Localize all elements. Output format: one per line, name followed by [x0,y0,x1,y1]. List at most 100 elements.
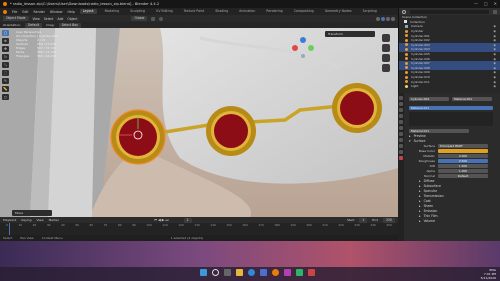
tab-modeling[interactable]: Modeling [102,9,123,14]
orientation-default-dropdown[interactable]: Default [24,22,43,28]
orientation-dropdown[interactable]: Global [131,16,148,21]
last-operator-panel[interactable]: Move [12,210,52,216]
visibility-eye-icon[interactable]: ◉ [493,38,496,42]
outliner-search-icon[interactable] [402,9,406,14]
visibility-eye-icon[interactable]: ◉ [493,29,496,33]
start-frame-field[interactable]: 1 [359,217,368,223]
visibility-eye-icon[interactable]: ◉ [493,70,496,74]
transform-tool-icon[interactable]: ⬚ [2,70,9,76]
visibility-eye-icon[interactable]: ◉ [493,61,496,65]
shader-field-value[interactable]: 0.500 [438,158,488,163]
move-tool-icon[interactable]: ✥ [2,46,9,52]
menu-file[interactable]: File [12,10,17,14]
outliner-search-input[interactable] [410,9,489,14]
shader-field-value[interactable]: 1.000 [438,168,488,173]
menu-edit[interactable]: Edit [22,10,28,14]
visibility-eye-icon[interactable]: ◉ [493,66,496,70]
output-tab-icon[interactable] [399,108,403,112]
timeline-keying-menu[interactable]: Keying [21,218,31,222]
minimize-button[interactable]: — [474,1,478,6]
scene-tab-icon[interactable] [399,114,403,118]
shader-field-value[interactable]: 1.500 [438,163,488,168]
menu-help[interactable]: Help [67,10,74,14]
visibility-eye-icon[interactable]: ◉ [493,43,496,47]
menu-window[interactable]: Window [50,10,63,14]
visibility-eye-icon[interactable]: ◉ [493,80,496,84]
modifier-tab-icon[interactable] [399,132,403,136]
material-slot[interactable]: Material.011 [409,105,493,110]
data-tab-icon[interactable] [399,150,403,154]
object-menu[interactable]: Object [67,17,77,21]
visibility-eye-icon[interactable]: ◉ [493,57,496,61]
visibility-eye-icon[interactable]: ◉ [493,84,496,88]
render-tab-icon[interactable] [399,102,403,106]
shader-section[interactable]: ▸ Volume [409,218,500,223]
visibility-eye-icon[interactable]: ◉ [493,24,496,28]
timeline-playback-menu[interactable]: Playback [3,218,16,222]
file-explorer-icon[interactable] [236,269,243,276]
app-icon[interactable] [296,269,303,276]
task-view-icon[interactable] [224,269,231,276]
tab-compositing[interactable]: Compositing [291,9,317,14]
search-icon[interactable] [212,269,219,276]
blender-menu-icon[interactable] [3,9,7,14]
mode-dropdown[interactable]: Object Mode [3,16,29,21]
select-tool-icon[interactable]: ▢ [2,30,9,36]
material-datablock-field[interactable]: Material.011 [409,128,469,133]
maximize-button[interactable]: □ [484,1,488,6]
app-icon[interactable] [308,269,315,276]
current-frame-field[interactable]: 1 [183,217,192,223]
world-tab-icon[interactable] [399,120,403,124]
visibility-eye-icon[interactable]: ◉ [493,75,496,79]
base-color-swatch[interactable] [438,148,488,153]
3d-viewport[interactable] [0,28,398,217]
scale-tool-icon[interactable]: ⤡ [2,62,9,68]
shader-field-value[interactable]: 0.000 [438,153,488,158]
view-menu[interactable]: View [33,17,40,21]
playhead[interactable] [9,223,10,235]
tab-geometry-nodes[interactable]: Geometry Nodes [322,9,355,14]
end-frame-field[interactable]: 250 [383,217,395,223]
select-box-dropdown[interactable]: Select Box [58,22,81,28]
physics-tab-icon[interactable] [399,138,403,142]
add-cube-tool-icon[interactable]: ◻ [2,94,9,100]
start-menu-icon[interactable] [200,269,207,276]
tab-rendering[interactable]: Rendering [263,9,285,14]
constraint-tab-icon[interactable] [399,144,403,148]
material-tab-icon[interactable] [399,156,403,160]
playback-controls[interactable]: ⏮ ◀ ▶ ⏭ [154,218,169,222]
system-tray[interactable]: ENG 7:01 PM 5/11/2026 [481,268,496,280]
measure-tool-icon[interactable]: 📏 [2,86,9,92]
shader-field-value[interactable]: Default [438,173,488,178]
rotate-tool-icon[interactable]: ↻ [2,54,9,60]
visibility-eye-icon[interactable]: ◉ [493,47,496,51]
tab-uv-editing[interactable]: UV Editing [153,9,176,14]
tab-shading[interactable]: Shading [212,9,231,14]
transform-panel[interactable]: Transform [325,31,375,37]
timeline-marker-menu[interactable]: Marker [49,218,59,222]
tool-tab-icon[interactable] [399,96,403,100]
tab-texture-paint[interactable]: Texture Paint [181,9,208,14]
tab-sculpting[interactable]: Sculpting [127,9,148,14]
annotate-tool-icon[interactable]: ✎ [2,78,9,84]
proportional-edit-icon[interactable] [159,16,164,21]
add-menu[interactable]: Add [57,17,63,21]
menu-render[interactable]: Render [34,10,45,14]
tab-scripting[interactable]: Scripting [360,9,380,14]
viewport-shading-icons[interactable] [376,16,395,21]
store-icon[interactable] [260,269,267,276]
close-button[interactable]: ✕ [494,1,497,6]
object-name-field[interactable]: Cylinder.004 [409,96,449,101]
filter-icon[interactable] [493,9,497,14]
blender-taskbar-icon[interactable] [272,269,279,276]
timeline-view-menu[interactable]: View [36,218,43,222]
snap-icon[interactable] [151,16,156,21]
app-icon[interactable] [284,269,291,276]
select-menu[interactable]: Select [44,17,54,21]
browser-icon[interactable] [248,269,255,276]
visibility-eye-icon[interactable]: ◉ [493,52,496,56]
outliner-item[interactable]: Light ◉ [399,84,500,89]
object-tab-icon[interactable] [399,126,403,130]
tab-layout[interactable]: Layout [79,9,97,14]
material-name-field[interactable]: Material.001 [452,96,492,101]
